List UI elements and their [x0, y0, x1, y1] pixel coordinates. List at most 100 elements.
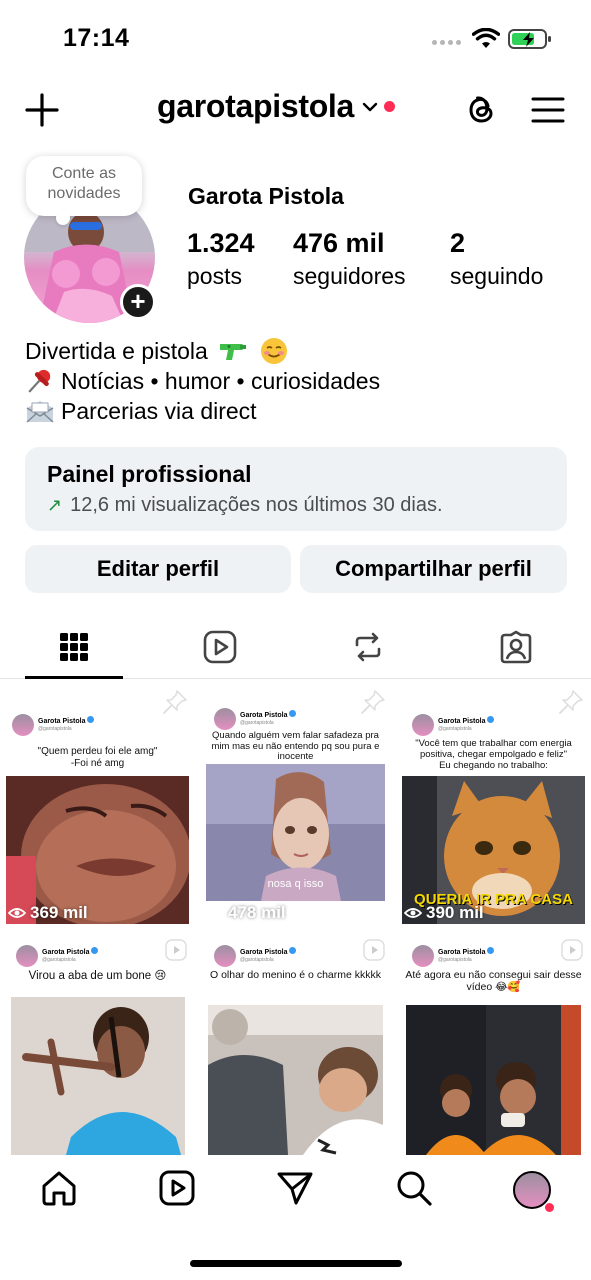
post-handle: @garotapistola: [438, 726, 472, 732]
notification-dot: [384, 101, 396, 112]
tab-tagged[interactable]: [467, 615, 565, 678]
post-caption: O olhar do menino é o charme kkkkk: [210, 969, 381, 981]
status-bar: 17:14: [0, 0, 591, 78]
battery-charging-icon: [508, 29, 551, 49]
profile-avatar[interactable]: [513, 1171, 551, 1209]
tab-reposts[interactable]: [319, 615, 417, 678]
search-icon[interactable]: [395, 1169, 433, 1207]
dashboard-title: Painel profissional: [47, 461, 252, 487]
followers-label: seguidores: [293, 263, 406, 289]
post-author-avatar: [214, 945, 236, 967]
post-image: [11, 997, 185, 1155]
posts-count: 1.324: [187, 228, 255, 258]
grid-post[interactable]: Garota Pistola @garotapistola Quando alg…: [198, 680, 393, 925]
menu-icon[interactable]: [531, 95, 565, 125]
edit-profile-button[interactable]: Editar perfil: [25, 545, 291, 593]
reel-icon: [363, 939, 385, 961]
grid-post[interactable]: Garota Pistola @garotapistola Virou a ab…: [0, 927, 195, 1155]
grid-post[interactable]: Garota Pistola @garotapistola O olhar do…: [198, 927, 393, 1155]
post-views: 390 mil: [404, 903, 484, 923]
grid-post[interactable]: Garota Pistola @garotapistola "Você tem …: [396, 680, 591, 925]
post-caption: Quando alguém vem falar safadeza pra mim…: [211, 730, 380, 762]
home-indicator: [190, 1260, 402, 1267]
notes-bubble[interactable]: Conte as novidades: [26, 156, 142, 225]
account-switcher[interactable]: garotapistola: [157, 88, 396, 125]
dashboard-subtitle: ↗ 12,6 mi visualizações nos últimos 30 d…: [47, 494, 545, 517]
grid-post[interactable]: Garota Pistola @garotapistola Até agora …: [396, 927, 591, 1155]
cellular-signal-icon: [432, 40, 462, 48]
post-caption: "Você tem que trabalhar com energia posi…: [415, 738, 572, 771]
grid-icon: [60, 632, 88, 661]
post-author-avatar: [214, 708, 236, 730]
post-author: Garota Pistola: [240, 710, 297, 719]
bio-text: Notícias • humor • curiosidades: [61, 368, 381, 394]
display-name: Garota Pistola: [188, 183, 344, 209]
reel-icon: [561, 939, 583, 961]
post-author-avatar: [16, 945, 38, 967]
home-icon[interactable]: [40, 1169, 78, 1207]
envelope-icon: [26, 401, 54, 423]
tab-posts[interactable]: [25, 615, 123, 679]
threads-icon[interactable]: [464, 92, 498, 128]
reels-icon: [203, 630, 237, 663]
water-pistol-icon: [219, 344, 246, 360]
posts-label: posts: [187, 263, 242, 289]
post-author: Garota Pistola: [38, 716, 95, 725]
posts-stat[interactable]: 1.324 posts: [187, 228, 255, 290]
direct-icon[interactable]: [276, 1169, 314, 1207]
tab-reels[interactable]: [171, 615, 269, 678]
bio-line: Divertida e pistola: [25, 336, 380, 366]
add-story-button[interactable]: +: [120, 284, 156, 320]
smiling-face-icon: [260, 338, 287, 364]
profile-tabs: [0, 615, 591, 679]
bio-text: Parcerias via direct: [61, 398, 257, 424]
post-author: Garota Pistola: [438, 947, 495, 956]
username: garotapistola: [157, 88, 355, 124]
chevron-down-icon: [362, 102, 378, 111]
bio: Divertida e pistola Notícias • humor • c…: [25, 336, 380, 426]
post-author: Garota Pistola: [42, 947, 99, 956]
dashboard-views: 12,6 mi visualizações nos últimos 30 dia…: [70, 494, 443, 516]
tagged-icon: [500, 630, 532, 663]
post-handle: @garotapistola: [240, 720, 274, 726]
post-overlay-text: nosa q isso: [267, 878, 324, 890]
grid-post[interactable]: Garota Pistola @garotapistola "Quem perd…: [0, 680, 195, 925]
profile-header: garotapistola: [0, 78, 591, 142]
followers-count: 476 mil: [293, 228, 385, 258]
pin-icon: [163, 690, 187, 714]
bio-line: Parcerias via direct: [25, 396, 380, 426]
post-views: 369 mil: [8, 903, 88, 923]
post-handle: @garotapistola: [38, 726, 72, 732]
post-handle: @garotapistola: [42, 957, 76, 963]
status-time: 17:14: [63, 24, 130, 52]
reposts-icon: [355, 632, 381, 661]
post-caption: Virou a aba de um bone 😢: [28, 970, 167, 982]
views-icon: [206, 908, 224, 918]
post-handle: @garotapistola: [240, 957, 274, 963]
pushpin-icon: [28, 369, 51, 393]
bio-text: Divertida e pistola: [25, 338, 208, 364]
share-profile-button[interactable]: Compartilhar perfil: [300, 545, 567, 593]
post-image: [208, 1005, 383, 1155]
note-text: Conte as novidades: [47, 165, 121, 202]
professional-dashboard[interactable]: Painel profissional ↗ 12,6 mi visualizaç…: [25, 447, 567, 531]
views-icon: [8, 908, 26, 918]
trend-up-icon: ↗: [47, 495, 63, 515]
post-caption: Até agora eu não consegui sair desse víd…: [405, 969, 582, 993]
post-author-avatar: [412, 945, 434, 967]
reels-icon[interactable]: [158, 1169, 196, 1207]
post-views: 478 mil: [206, 903, 286, 923]
bio-line: Notícias • humor • curiosidades: [25, 366, 380, 396]
post-author: Garota Pistola: [438, 716, 495, 725]
post-caption: "Quem perdeu foi ele amg" -Foi né amg: [37, 746, 158, 769]
post-author: Garota Pistola: [240, 947, 297, 956]
post-image: [406, 1005, 581, 1155]
post-author-avatar: [412, 714, 434, 736]
post-handle: @garotapistola: [438, 957, 472, 963]
add-icon[interactable]: [24, 92, 60, 128]
following-stat[interactable]: 2 seguindo: [450, 228, 543, 290]
post-grid: Garota Pistola @garotapistola "Quem perd…: [0, 680, 591, 1155]
reel-icon: [165, 939, 187, 961]
followers-stat[interactable]: 476 mil seguidores: [293, 228, 406, 290]
bottom-nav: [0, 1155, 591, 1280]
